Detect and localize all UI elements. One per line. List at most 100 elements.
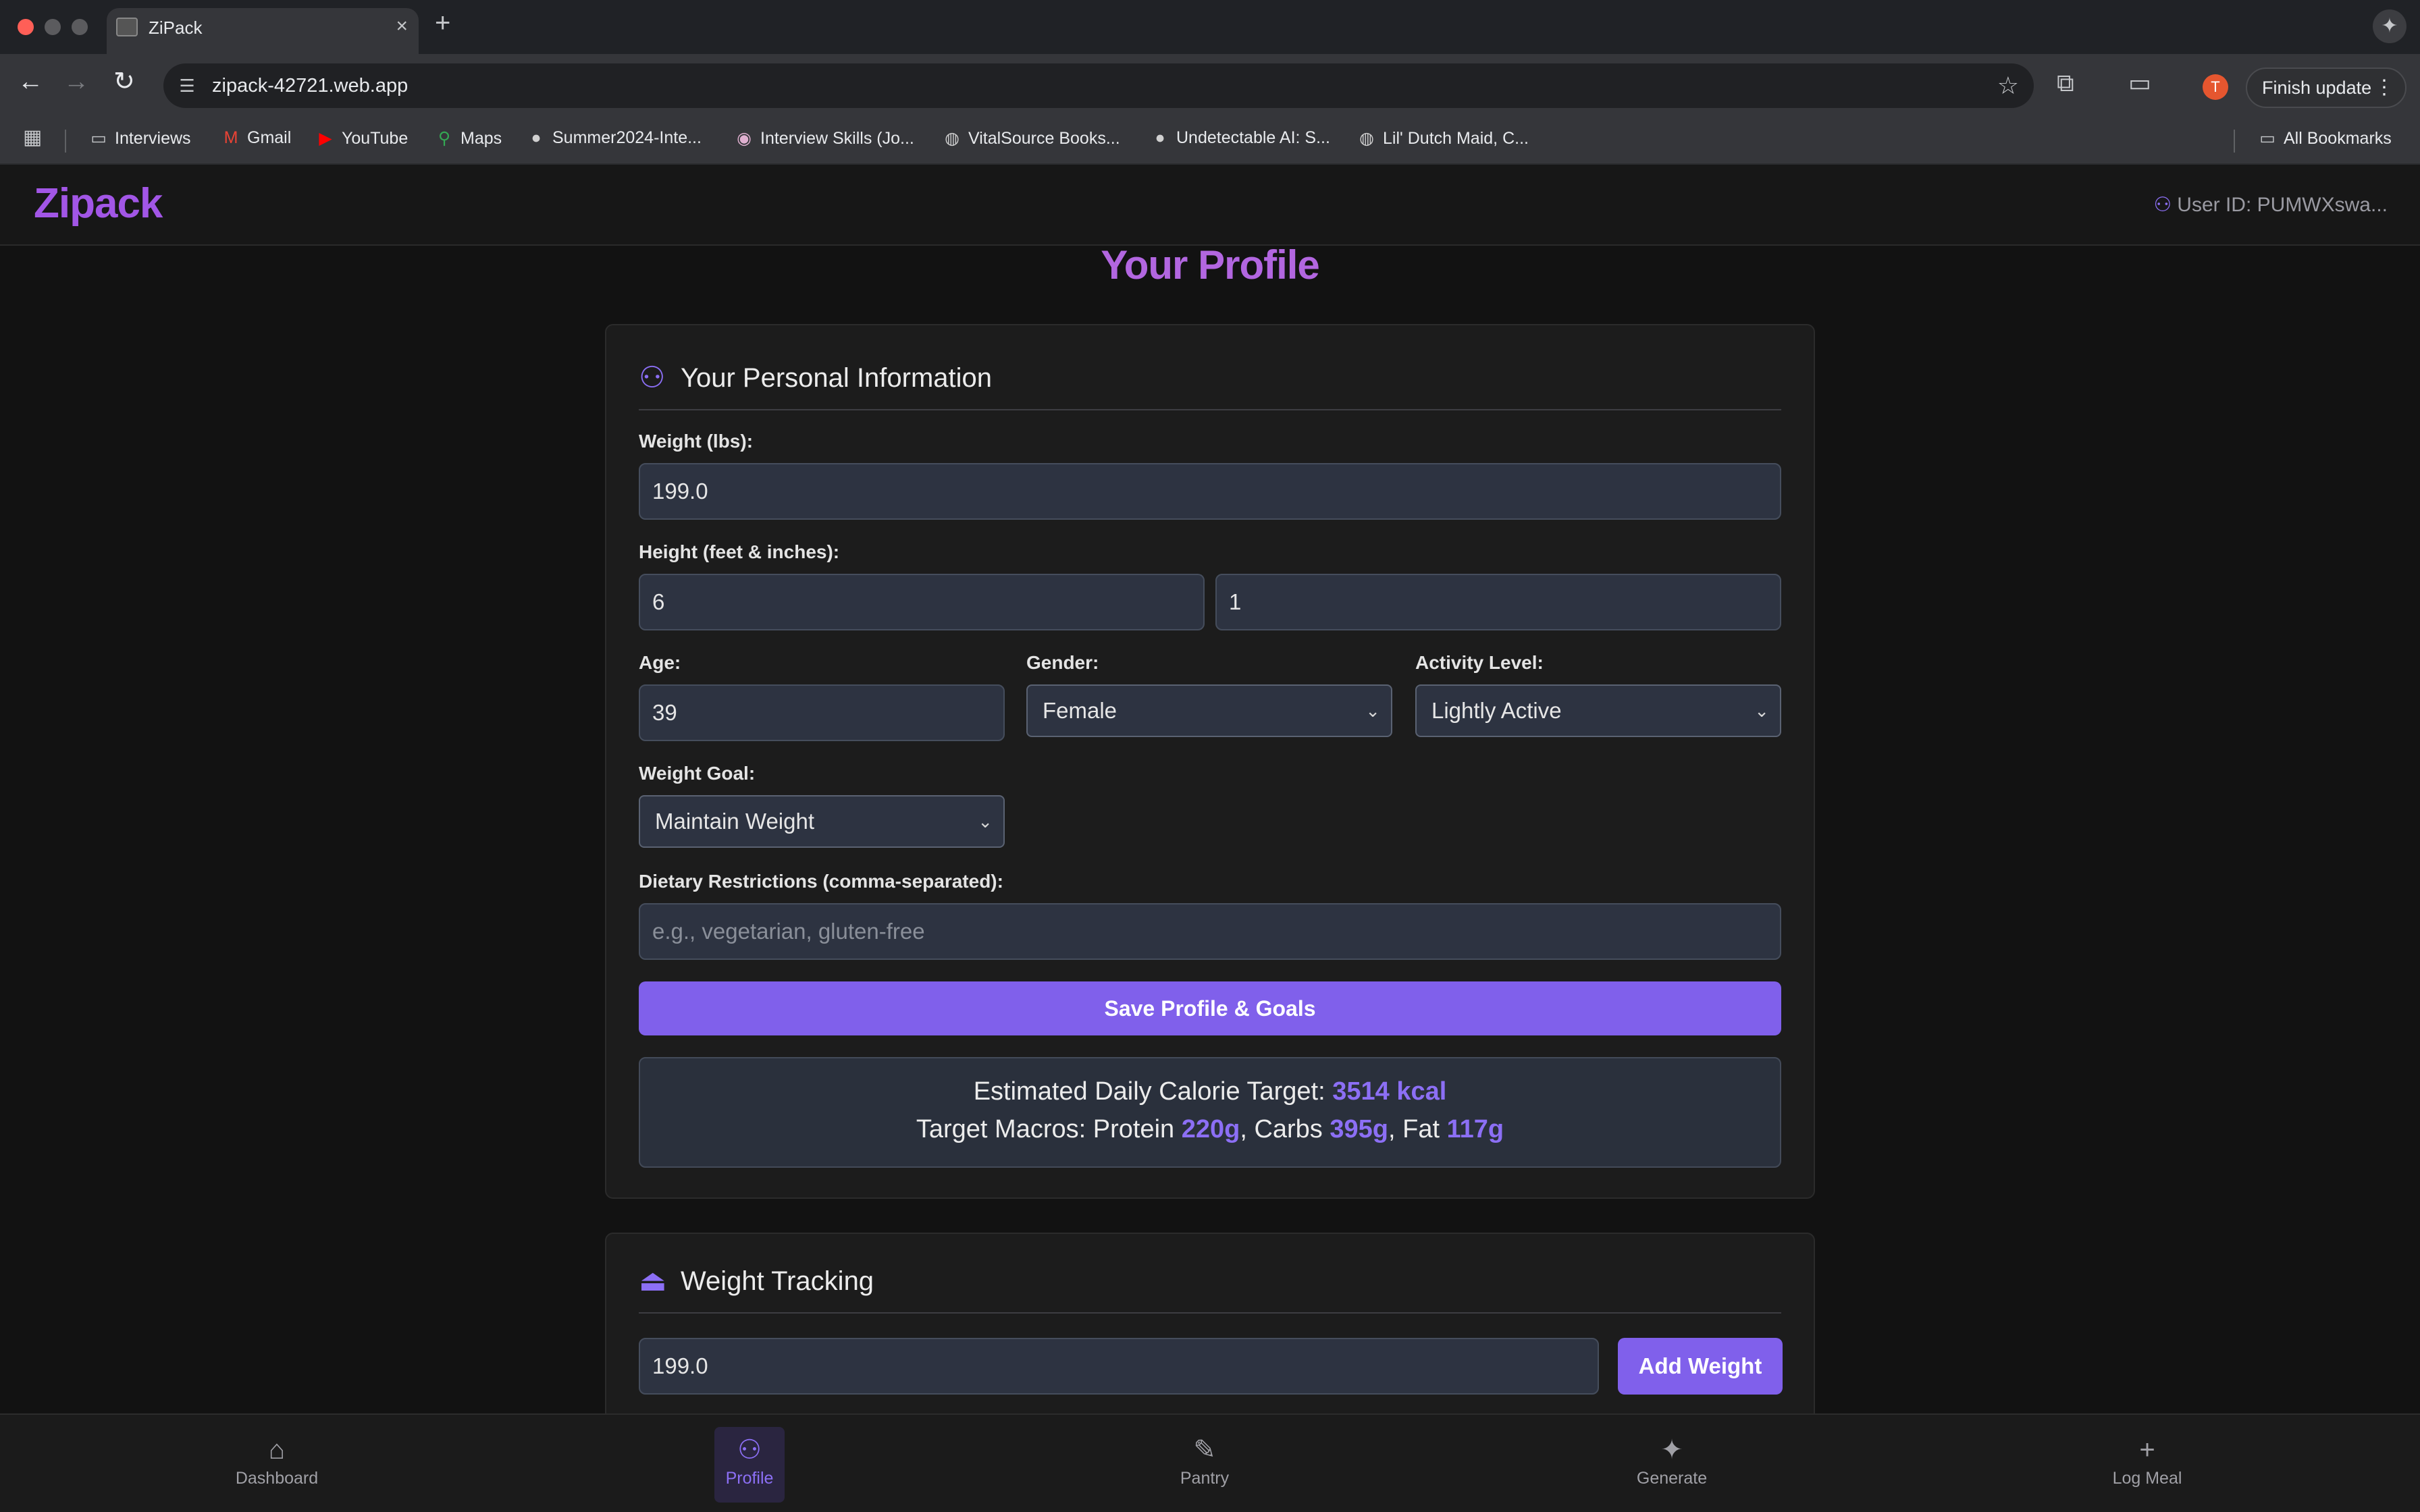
height-label: Height (feet & inches):	[639, 541, 840, 562]
plus-icon: +	[2139, 1435, 2155, 1465]
finish-update-button[interactable]: Finish update ⋮	[2246, 68, 2406, 108]
bookmark-item[interactable]: ⚲ Maps	[435, 128, 502, 148]
nav-pantry[interactable]: ✎ Pantry	[1144, 1427, 1265, 1503]
bookmark-item[interactable]: ▭ Interviews	[89, 128, 190, 148]
gender-label: Gender:	[1026, 652, 1099, 673]
site-icon: ●	[1155, 128, 1165, 147]
user-icon: ⚇	[639, 361, 666, 394]
cast-icon[interactable]: ▭	[2128, 69, 2151, 97]
globe-icon: ◍	[945, 129, 959, 148]
weight-input[interactable]: 199.0	[639, 463, 1781, 520]
apps-grid-icon[interactable]: ▦	[23, 126, 42, 149]
nav-profile[interactable]: ⚇ Profile	[714, 1427, 785, 1503]
maps-icon: ⚲	[438, 129, 451, 148]
goal-select[interactable]: Maintain Weight ⌄	[639, 795, 1005, 848]
bookmark-item[interactable]: ● Summer2024-Inte...	[527, 128, 702, 148]
app-header: Zipack ⚇ User ID: PUMWXswa...	[0, 165, 2420, 246]
weight-icon: ⏏	[639, 1264, 667, 1297]
fat-value: 117g	[1446, 1115, 1504, 1143]
bookmarks-bar: ▦ ▭ Interviews M Gmail ▶ YouTube ⚲ Maps ● Sum…	[0, 117, 2420, 165]
github-icon: ●	[531, 128, 542, 147]
chevron-down-icon: ⌄	[1365, 701, 1380, 721]
more-menu-icon[interactable]: ⋮	[2374, 69, 2394, 107]
activity-select[interactable]: Lightly Active ⌄	[1415, 684, 1781, 737]
age-input[interactable]: 39	[639, 684, 1005, 741]
browser-toolbar: ← → ↻ ☰ zipack-42721.web.app ☆ ⧉ ▭ T Fin…	[0, 54, 2420, 117]
address-url[interactable]: zipack-42721.web.app	[212, 75, 408, 97]
bookmark-item[interactable]: ▶ YouTube	[316, 128, 408, 148]
gender-value: Female	[1043, 698, 1117, 723]
bookmark-item[interactable]: ◉ Interview Skills (Jo...	[735, 128, 914, 148]
age-label: Age:	[639, 652, 681, 673]
height-feet-input[interactable]: 6	[639, 574, 1205, 630]
site-info-icon[interactable]: ☰	[176, 74, 199, 97]
weight-label: Weight (lbs):	[639, 431, 754, 452]
browser-tabstrip: ZiPack × + ✦	[0, 0, 2420, 54]
bookmark-item[interactable]: ◍ Lil' Dutch Maid, C...	[1357, 128, 1529, 148]
card-header: ⚇ Your Personal Information	[639, 360, 1781, 410]
bookmark-star-icon[interactable]: ☆	[1997, 72, 2019, 100]
card-title: Weight Tracking	[681, 1266, 874, 1296]
close-window-button[interactable]	[18, 19, 34, 35]
macros-line: Target Macros: Protein 220g, Carbs 395g,…	[916, 1115, 1504, 1143]
activity-value: Lightly Active	[1431, 698, 1562, 723]
browser-tab-active[interactable]: ZiPack ×	[107, 8, 419, 54]
bookmark-item[interactable]: ● Undetectable AI: S...	[1151, 128, 1330, 148]
dietary-input[interactable]: e.g., vegetarian, gluten-free	[639, 903, 1781, 960]
page-title: Your Profile	[1101, 242, 1320, 288]
calorie-target-line: Estimated Daily Calorie Target: 3514 kca…	[973, 1077, 1447, 1106]
gender-select[interactable]: Female ⌄	[1026, 684, 1392, 737]
gmail-icon: M	[223, 128, 238, 147]
back-arrow-icon[interactable]: ←	[18, 69, 43, 94]
forward-arrow-icon[interactable]: →	[63, 69, 89, 94]
weight-entry-input[interactable]: 199.0	[639, 1338, 1599, 1395]
carrot-icon: ✎	[1193, 1435, 1216, 1465]
carbs-value: 395g	[1330, 1115, 1388, 1143]
bookmark-item[interactable]: ◍ VitalSource Books...	[943, 128, 1120, 148]
chevron-down-icon: ⌄	[1754, 701, 1769, 721]
tab-close-icon[interactable]: ×	[396, 15, 408, 38]
card-title: Your Personal Information	[681, 363, 993, 393]
nav-generate[interactable]: ✦ Generate	[1611, 1427, 1733, 1503]
goal-label: Weight Goal:	[639, 763, 756, 784]
bookmarks-divider	[65, 130, 66, 153]
save-profile-button[interactable]: Save Profile & Goals	[639, 981, 1781, 1035]
chevron-down-icon: ⌄	[978, 811, 993, 832]
card-header: ⏏ Weight Tracking	[639, 1264, 1781, 1314]
youtube-icon: ▶	[319, 129, 332, 148]
reload-icon[interactable]: ↻	[113, 69, 135, 94]
bookmarks-divider	[2234, 130, 2235, 153]
all-bookmarks[interactable]: ▭ All Bookmarks	[2258, 128, 2392, 148]
gemini-icon[interactable]: ✦	[2373, 9, 2406, 43]
sparkles-icon: ✦	[1660, 1435, 1683, 1465]
folder-icon: ▭	[2259, 129, 2276, 148]
maximize-window-button[interactable]	[72, 19, 88, 35]
brand-logo[interactable]: Zipack	[34, 180, 163, 227]
tab-favicon-icon	[116, 18, 138, 36]
extensions-icon[interactable]: ⧉	[2057, 69, 2074, 98]
site-icon: ◉	[737, 129, 752, 148]
dietary-label: Dietary Restrictions (comma-separated):	[639, 871, 1003, 892]
bottom-nav: ⌂ Dashboard ⚇ Profile ✎ Pantry ✦ Generat…	[0, 1413, 2420, 1512]
personal-info-card: ⚇ Your Personal Information Weight (lbs)…	[605, 324, 1815, 1199]
protein-value: 220g	[1181, 1115, 1240, 1143]
minimize-window-button[interactable]	[45, 19, 61, 35]
user-id: ⚇ User ID: PUMWXswa...	[2153, 194, 2388, 216]
new-tab-button[interactable]: +	[435, 9, 450, 36]
bookmark-item[interactable]: M Gmail	[221, 128, 292, 148]
add-weight-button[interactable]: Add Weight	[1618, 1338, 1783, 1395]
calorie-value: 3514 kcal	[1332, 1077, 1447, 1106]
goal-value: Maintain Weight	[655, 809, 815, 834]
activity-label: Activity Level:	[1415, 652, 1544, 673]
nav-log-meal[interactable]: + Log Meal	[2086, 1427, 2208, 1503]
profile-avatar[interactable]: T	[2203, 74, 2228, 100]
chef-hat-icon: ⌂	[268, 1435, 286, 1465]
address-bar[interactable]: ☰ zipack-42721.web.app ☆	[163, 63, 2034, 108]
folder-icon: ▭	[90, 129, 107, 148]
calorie-summary: Estimated Daily Calorie Target: 3514 kca…	[639, 1057, 1781, 1168]
tab-title: ZiPack	[149, 18, 203, 38]
user-icon: ⚇	[737, 1435, 762, 1465]
user-icon: ⚇	[2153, 194, 2172, 216]
height-inches-input[interactable]: 1	[1215, 574, 1781, 630]
nav-dashboard[interactable]: ⌂ Dashboard	[216, 1427, 338, 1503]
